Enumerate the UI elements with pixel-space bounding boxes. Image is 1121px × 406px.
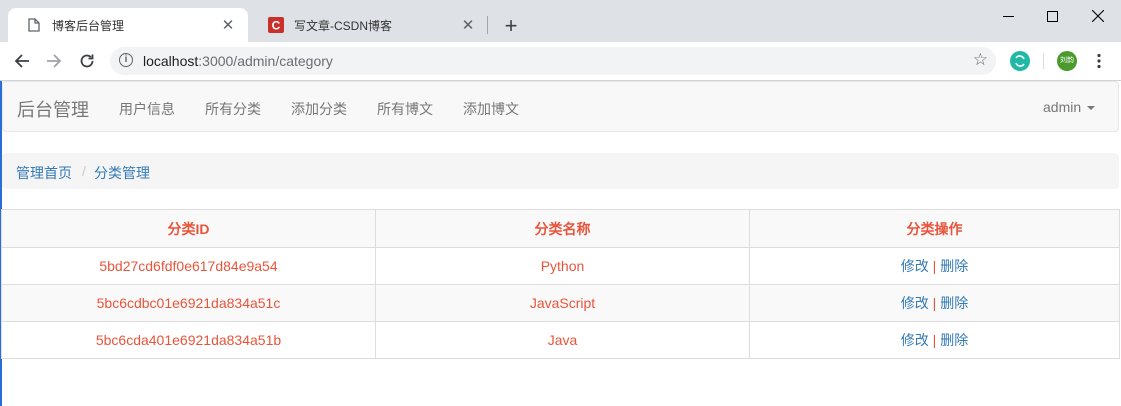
close-tab-icon[interactable]: ✕ — [220, 16, 236, 34]
table-row: 5bc6cda401e6921da834a51b Java 修改 | 删除 — [1, 321, 1120, 359]
delete-link[interactable]: 删除 — [940, 295, 968, 311]
table-row: 5bc6cdbc01e6921da834a51c JavaScript 修改 |… — [1, 284, 1120, 322]
tab-strip: 博客后台管理 ✕ C 写文章-CSDN博客 ✕ + — [0, 0, 1121, 42]
column-header-id: 分类ID — [1, 209, 376, 248]
category-name-cell: Python — [375, 247, 750, 285]
tab-title: 博客后台管理 — [52, 18, 125, 33]
maximize-icon — [1046, 10, 1058, 22]
url-host: localhost — [143, 53, 199, 69]
user-dropdown[interactable]: admin — [1043, 99, 1096, 115]
category-id-cell: 5bc6cdbc01e6921da834a51c — [1, 284, 376, 322]
category-id-cell: 5bc6cda401e6921da834a51b — [1, 321, 376, 359]
reload-button[interactable] — [74, 48, 100, 74]
brand-link[interactable]: 后台管理 — [17, 96, 89, 122]
back-button[interactable] — [9, 48, 35, 74]
category-name-cell: Java — [375, 321, 750, 359]
action-separator: | — [932, 258, 937, 274]
category-id-cell: 5bd27cd6fdf0e617d84e9a54 — [1, 247, 376, 285]
breadcrumb-home[interactable]: 管理首页 — [16, 163, 72, 183]
edit-link[interactable]: 修改 — [901, 295, 929, 311]
minimize-icon — [1002, 15, 1014, 17]
info-icon[interactable]: i — [119, 53, 133, 67]
edit-link[interactable]: 修改 — [901, 258, 929, 274]
category-name-cell: JavaScript — [375, 284, 750, 322]
table-row: 5bd27cd6fdf0e617d84e9a54 Python 修改 | 删除 — [1, 247, 1120, 285]
actions-cell: 修改 | 删除 — [749, 284, 1120, 322]
user-name: admin — [1043, 99, 1082, 115]
nav-user-info[interactable]: 用户信息 — [119, 99, 175, 119]
delete-link[interactable]: 删除 — [940, 332, 968, 348]
caret-down-icon — [1087, 106, 1096, 111]
tab-title: 写文章-CSDN博客 — [294, 18, 392, 33]
tab-blog-admin[interactable]: 博客后台管理 ✕ — [8, 8, 248, 42]
column-header-name: 分类名称 — [375, 209, 750, 248]
actions-cell: 修改 | 删除 — [749, 321, 1120, 359]
close-tab-icon[interactable]: ✕ — [460, 16, 476, 34]
nav-add-category[interactable]: 添加分类 — [291, 99, 347, 119]
reload-icon — [80, 54, 94, 68]
page-icon — [26, 17, 42, 33]
back-arrow-icon — [14, 54, 29, 68]
close-window-button[interactable] — [1075, 0, 1121, 32]
forward-arrow-icon — [47, 54, 62, 68]
new-tab-button[interactable]: + — [499, 13, 523, 39]
table-header-row: 分类ID 分类名称 分类操作 — [1, 209, 1120, 248]
delete-link[interactable]: 删除 — [940, 258, 968, 274]
toolbar-divider — [1043, 53, 1044, 69]
forward-button[interactable] — [41, 48, 67, 74]
tab-csdn[interactable]: C 写文章-CSDN博客 ✕ — [250, 8, 488, 42]
url-text[interactable]: localhost:3000/admin/category — [143, 53, 333, 69]
bookmark-star-icon[interactable]: ☆ — [973, 50, 988, 70]
csdn-icon: C — [268, 17, 284, 33]
minimize-button[interactable] — [985, 0, 1031, 32]
action-separator: | — [932, 332, 937, 348]
nav-add-post[interactable]: 添加博文 — [463, 99, 519, 119]
actions-cell: 修改 | 删除 — [749, 247, 1120, 285]
address-bar[interactable]: i localhost:3000/admin/category ☆ — [110, 47, 996, 75]
breadcrumb-current[interactable]: 分类管理 — [94, 163, 150, 183]
profile-avatar[interactable]: 刘韵 — [1057, 51, 1077, 71]
browser-toolbar: i localhost:3000/admin/category ☆ 刘韵 — [0, 42, 1121, 81]
action-separator: | — [932, 295, 937, 311]
nav-all-posts[interactable]: 所有博文 — [377, 99, 433, 119]
close-icon — [1092, 10, 1104, 22]
menu-button[interactable] — [1086, 48, 1112, 74]
maximize-button[interactable] — [1029, 0, 1075, 32]
column-header-actions: 分类操作 — [749, 209, 1120, 248]
category-table: 分类ID 分类名称 分类操作 5bd27cd6fdf0e617d84e9a54 … — [1, 209, 1120, 359]
url-path: :3000/admin/category — [198, 53, 333, 69]
breadcrumb: 管理首页 / 分类管理 — [2, 153, 1119, 189]
nav-all-categories[interactable]: 所有分类 — [205, 99, 261, 119]
edit-link[interactable]: 修改 — [901, 332, 929, 348]
breadcrumb-separator: / — [82, 163, 86, 179]
tab-divider — [487, 16, 488, 34]
svg-text:C: C — [272, 19, 281, 33]
top-navbar: 后台管理 用户信息 所有分类 添加分类 所有博文 添加博文 admin — [2, 81, 1119, 132]
kebab-menu-icon — [1097, 53, 1101, 69]
sync-extension-icon[interactable] — [1010, 51, 1030, 71]
